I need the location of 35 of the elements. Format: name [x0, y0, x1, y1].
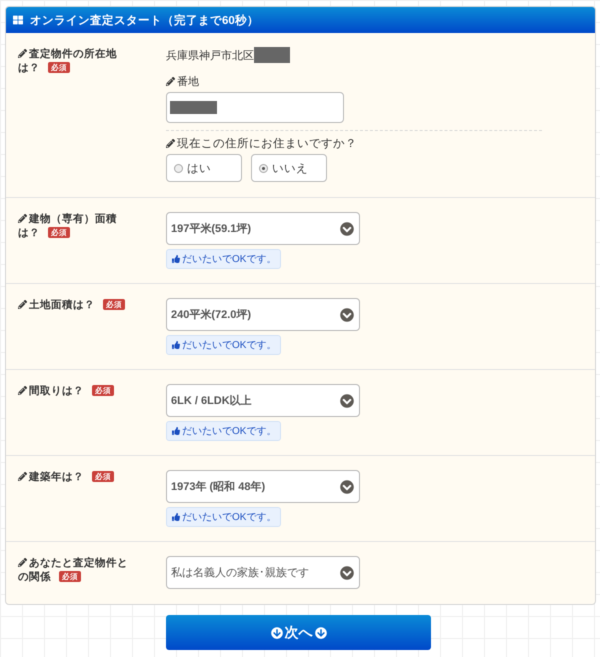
pencil-icon	[18, 386, 27, 395]
hint-text: だいたいでOKです。	[182, 425, 276, 438]
pencil-icon	[18, 49, 27, 58]
thumbs-up-icon	[172, 341, 180, 349]
chevron-down-icon	[340, 394, 354, 408]
thumbs-up-icon	[172, 255, 180, 263]
next-button[interactable]: 次へ	[166, 615, 431, 650]
chevron-down-icon	[340, 222, 354, 236]
grid-icon	[13, 15, 23, 25]
address-text: 兵庫県神戸市北区	[166, 48, 254, 62]
field-label: 番地	[166, 75, 199, 89]
panel-title: オンライン査定スタート（完了まで60秒）	[30, 13, 259, 28]
radio-option[interactable]: いいえ	[251, 154, 327, 182]
dropdown-select[interactable]: 197平米(59.1坪)	[166, 212, 360, 245]
pencil-icon	[18, 300, 27, 309]
hint-text: だいたいでOKです。	[182, 511, 276, 524]
dropdown-select[interactable]: 240平米(72.0坪)	[166, 298, 360, 331]
thumbs-up-icon	[172, 513, 180, 521]
thumbs-up-icon	[172, 427, 180, 435]
dropdown-select[interactable]: 私は名義人の家族･親族です	[166, 556, 360, 589]
pencil-icon	[166, 77, 175, 86]
radio-option[interactable]: はい	[166, 154, 242, 182]
pencil-icon	[18, 214, 27, 223]
input-field[interactable]	[166, 92, 344, 123]
chevron-down-icon	[340, 566, 354, 580]
pencil-icon	[166, 139, 175, 148]
pencil-icon	[18, 558, 27, 567]
hint-text: だいたいでOKです。	[182, 339, 276, 352]
pencil-icon	[18, 472, 27, 481]
question-label: 現在この住所にお住まいですか？	[166, 137, 357, 151]
chevron-down-icon	[340, 308, 354, 322]
hint-text: だいたいでOKです。	[182, 253, 276, 266]
dropdown-select[interactable]: 1973年 (昭和 48年)	[166, 470, 360, 503]
dropdown-select[interactable]: 6LK / 6LDK以上	[166, 384, 360, 417]
chevron-down-icon	[340, 480, 354, 494]
